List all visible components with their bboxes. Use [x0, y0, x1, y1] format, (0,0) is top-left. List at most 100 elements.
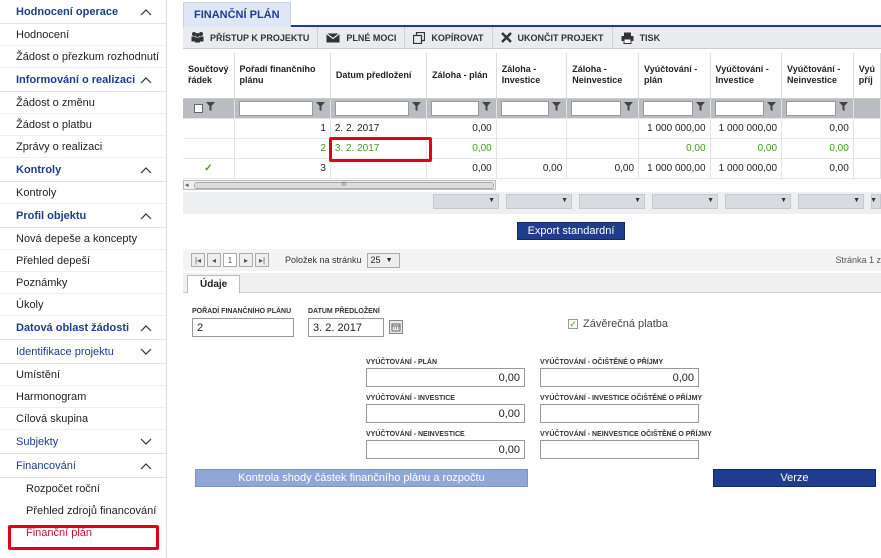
vyu-neinv-ocist-field[interactable] — [540, 440, 699, 459]
sidebar-item[interactable]: Úkoly — [0, 294, 166, 316]
vyu-plan-field[interactable]: 0,00 — [366, 368, 525, 387]
table-row[interactable]: ✓ 3 0,00 0,00 0,00 1 000 000,00 1 000 000,00 0,… — [183, 158, 881, 179]
column-filter-input[interactable] — [714, 100, 765, 116]
plne-moci-button[interactable]: PLNÉ MOCI — [318, 26, 406, 49]
tab-financni-plan[interactable]: FINANČNÍ PLÁN — [183, 2, 291, 27]
filter-icon[interactable] — [838, 102, 849, 114]
filter-icon[interactable] — [552, 102, 562, 114]
filter-icon[interactable] — [481, 102, 492, 114]
column-filter-input[interactable] — [238, 100, 313, 116]
aggregate-select[interactable]: ▼ — [579, 194, 645, 209]
column-header[interactable]: Vyúčtování - Neinvestice — [781, 53, 854, 99]
kontrola-shody-button[interactable]: Kontrola shody částek finančního plánu a… — [195, 469, 528, 487]
filter-icon[interactable] — [412, 102, 422, 114]
sidebar-section-header[interactable]: Profil objektu — [0, 204, 166, 228]
column-header[interactable]: Datum předložení — [330, 53, 428, 99]
filter-icon[interactable] — [767, 102, 777, 114]
calendar-icon[interactable] — [389, 320, 403, 334]
sidebar-section-header[interactable]: Kontroly — [0, 158, 166, 182]
chevron-up-icon[interactable] — [140, 8, 152, 16]
sidebar-section-header[interactable]: Subjekty — [0, 430, 166, 454]
sidebar-section-header[interactable]: Hodnocení operace — [0, 0, 166, 24]
export-standard-button[interactable]: Export standardní — [517, 222, 625, 240]
scroll-thumb[interactable]: III — [194, 182, 494, 189]
per-page-select[interactable]: 25 ▼ — [366, 252, 400, 268]
kopirovat-button[interactable]: KOPÍROVAT — [405, 26, 493, 49]
next-page-button[interactable]: ▸ — [239, 253, 253, 267]
sidebar-section-header[interactable]: Financování — [0, 454, 166, 478]
column-header[interactable]: Záloha - plán — [426, 53, 497, 99]
column-header[interactable]: Vyú příj — [853, 53, 881, 99]
table-row[interactable]: 1 2. 2. 2017 0,00 1 000 000,00 1 000 000,00 0… — [183, 118, 881, 139]
horizontal-scrollbar[interactable]: ◂ III — [183, 180, 496, 190]
chevron-up-icon[interactable] — [140, 76, 152, 84]
aggregate-select[interactable]: ▼ — [870, 194, 881, 209]
column-filter-input[interactable] — [571, 100, 622, 116]
sidebar-item[interactable]: Přehled zdrojů financování — [0, 500, 166, 522]
sidebar-item[interactable]: Zprávy o realizaci — [0, 136, 166, 158]
tisk-button[interactable]: TISK — [613, 27, 669, 49]
column-filter-input[interactable] — [431, 100, 479, 116]
column-header[interactable]: Záloha - Neinvestice — [566, 53, 640, 99]
verze-button[interactable]: Verze — [713, 469, 876, 487]
aggregate-select[interactable]: ▼ — [433, 194, 499, 209]
aggregate-select[interactable]: ▼ — [652, 194, 718, 209]
sidebar-item[interactable]: Kontroly — [0, 182, 166, 204]
filter-icon[interactable] — [695, 102, 706, 114]
datum-field[interactable]: 3. 2. 2017 — [308, 318, 384, 337]
sidebar-item[interactable]: Umístění — [0, 364, 166, 386]
sidebar-item-label: Rozpočet roční — [26, 483, 100, 495]
sidebar-item[interactable]: Harmonogram — [0, 386, 166, 408]
vyu-inv-field[interactable]: 0,00 — [366, 404, 525, 423]
pristup-button[interactable]: PŘÍSTUP K PROJEKTU — [183, 26, 319, 49]
table-row[interactable]: 2 3. 2. 2017 0,00 0,00 0,00 0,00 — [183, 138, 881, 159]
sidebar-item[interactable]: Cílová skupina — [0, 408, 166, 430]
sidebar-item[interactable]: Žádost o přezkum rozhodnutí — [0, 46, 166, 68]
prev-page-button[interactable]: ◂ — [207, 253, 221, 267]
sidebar-section-header[interactable]: Informování o realizaci — [0, 68, 166, 92]
ukoncit-button[interactable]: UKONČIT PROJEKT — [493, 26, 613, 49]
sidebar-section-header[interactable]: Datová oblast žádosti — [0, 316, 166, 340]
column-header[interactable]: Pořadí finančního plánu — [234, 53, 331, 99]
column-filter-input[interactable] — [500, 100, 550, 116]
first-page-button[interactable]: |◂ — [191, 253, 205, 267]
scroll-left-icon[interactable]: ◂ — [185, 181, 189, 189]
last-page-button[interactable]: ▸| — [255, 253, 269, 267]
chevron-down-icon[interactable] — [140, 348, 152, 356]
column-header[interactable]: Vyúčtování - plán — [638, 53, 711, 99]
sidebar-item[interactable]: Rozpočet roční — [0, 478, 166, 500]
page-number[interactable]: 1 — [223, 253, 237, 267]
sidebar-item[interactable]: Žádost o změnu — [0, 92, 166, 114]
chevron-up-icon[interactable] — [140, 212, 152, 220]
vyu-inv-ocist-field[interactable] — [540, 404, 699, 423]
sidebar-item[interactable]: Nová depeše a koncepty — [0, 228, 166, 250]
poradi-field[interactable]: 2 — [192, 318, 294, 337]
aggregate-select[interactable]: ▼ — [725, 194, 791, 209]
chevron-up-icon[interactable] — [140, 166, 152, 174]
filter-icon[interactable] — [206, 102, 216, 114]
sidebar-item[interactable]: Žádost o platbu — [0, 114, 166, 136]
chevron-up-icon[interactable] — [140, 324, 152, 332]
tab-udaje[interactable]: Údaje — [187, 275, 241, 293]
column-header[interactable]: Vyúčtování - Investice — [710, 53, 783, 99]
vyu-plan-ocist-field[interactable]: 0,00 — [540, 368, 699, 387]
sidebar-item[interactable]: Poznámky — [0, 272, 166, 294]
chevron-down-icon[interactable] — [140, 438, 152, 446]
zaverecna-checkbox[interactable]: ✓ — [568, 319, 578, 329]
chevron-up-icon[interactable] — [140, 462, 152, 470]
column-header[interactable]: Součtový řádek — [183, 53, 235, 99]
sidebar-item[interactable]: Hodnocení — [0, 24, 166, 46]
aggregate-select[interactable]: ▼ — [506, 194, 572, 209]
aggregate-select[interactable]: ▼ — [798, 194, 864, 209]
column-filter-input[interactable] — [786, 100, 836, 116]
vyu-neinv-field[interactable]: 0,00 — [366, 440, 525, 459]
filter-icon[interactable] — [315, 102, 326, 114]
column-filter-input[interactable] — [334, 100, 410, 116]
chevron-down-icon: ▼ — [488, 197, 495, 204]
sidebar-section-header[interactable]: Identifikace projektu — [0, 340, 166, 364]
filter-icon[interactable] — [624, 102, 634, 114]
sidebar-item[interactable]: Přehled depeší — [0, 250, 166, 272]
select-all-checkbox[interactable] — [194, 103, 203, 113]
column-header[interactable]: Záloha - Investice — [496, 53, 568, 99]
column-filter-input[interactable] — [643, 100, 693, 116]
